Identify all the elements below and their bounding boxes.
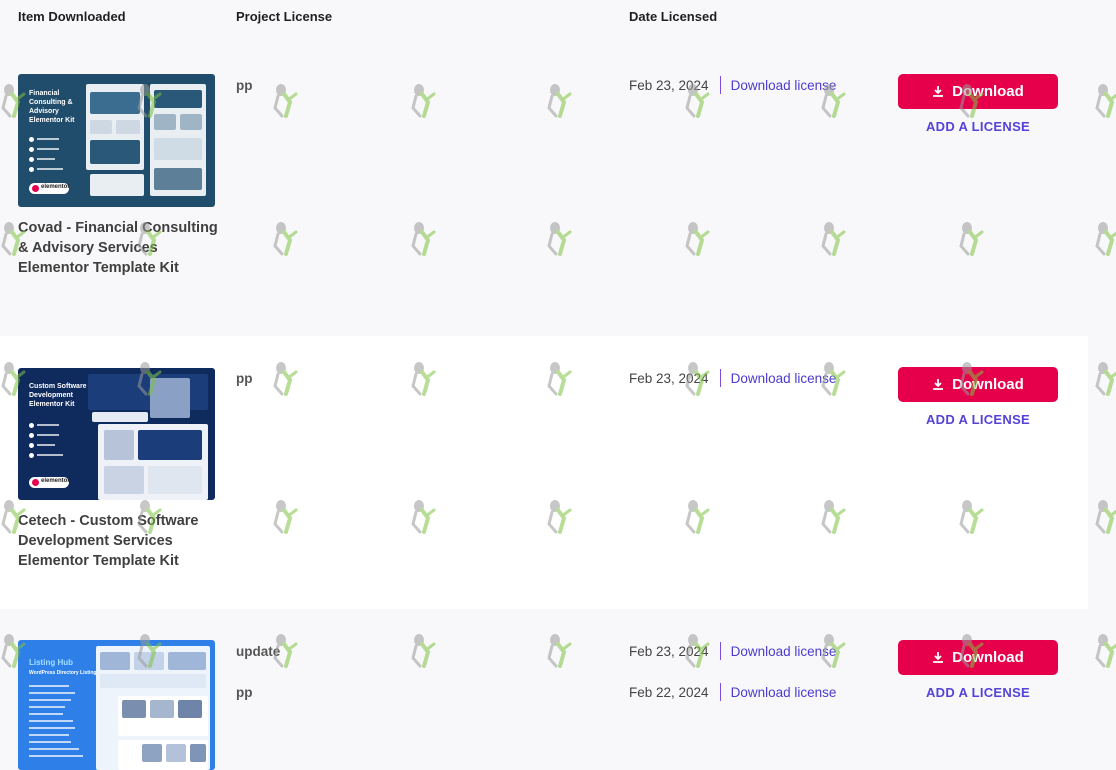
table-header: Item Downloaded Project License Date Lic… xyxy=(0,0,1116,36)
project-license-name: update xyxy=(236,644,281,659)
watermark-figure-icon xyxy=(1094,498,1116,539)
item-thumbnail[interactable]: Listing Hub WordPress Directory Listing xyxy=(18,640,215,770)
download-button[interactable]: Download xyxy=(898,74,1058,109)
download-button[interactable]: Download xyxy=(898,640,1058,675)
table-row: Financial Consulting & Advisory Elemento… xyxy=(0,45,1088,336)
separator xyxy=(719,683,721,701)
watermark-figure-icon xyxy=(1094,360,1116,401)
license-date: Feb 22, 2024 xyxy=(629,684,709,700)
license-date: Feb 23, 2024 xyxy=(629,77,709,93)
download-button-label: Download xyxy=(952,83,1024,100)
license-date-line: Feb 23, 2024 Download license xyxy=(629,76,836,94)
column-header-item: Item Downloaded xyxy=(18,9,126,24)
license-date: Feb 23, 2024 xyxy=(629,643,709,659)
column-header-date-licensed: Date Licensed xyxy=(629,9,718,24)
license-date-line: Feb 23, 2024 Download license xyxy=(629,642,836,660)
thumbnail-heading: Listing Hub xyxy=(29,658,73,667)
download-license-link[interactable]: Download license xyxy=(731,685,837,700)
project-license-name: pp xyxy=(236,78,253,93)
watermark-figure-icon xyxy=(1094,632,1116,673)
watermark-figure-icon xyxy=(1094,82,1116,123)
item-thumbnail[interactable]: Custom Software Development Elementor Ki… xyxy=(18,368,215,500)
download-icon xyxy=(933,379,944,390)
column-header-project-license: Project License xyxy=(236,9,333,24)
elementor-badge: elementor xyxy=(29,477,70,488)
add-license-link[interactable]: ADD A LICENSE xyxy=(898,685,1058,700)
add-license-link[interactable]: ADD A LICENSE xyxy=(898,119,1058,134)
download-license-link[interactable]: Download license xyxy=(731,371,837,386)
project-license-name: pp xyxy=(236,371,253,386)
download-license-link[interactable]: Download license xyxy=(731,644,837,659)
item-thumbnail[interactable]: Financial Consulting & Advisory Elemento… xyxy=(18,74,215,207)
elementor-badge: elementor xyxy=(29,183,70,194)
download-button[interactable]: Download xyxy=(898,367,1058,402)
license-date-line: Feb 23, 2024 Download license xyxy=(629,369,836,387)
separator xyxy=(719,76,721,94)
download-button-label: Download xyxy=(952,649,1024,666)
download-icon xyxy=(933,86,944,97)
download-icon xyxy=(933,652,944,663)
license-date: Feb 23, 2024 xyxy=(629,370,709,386)
download-button-label: Download xyxy=(952,376,1024,393)
thumbnail-heading: Financial Consulting & Advisory Elemento… xyxy=(29,90,75,124)
add-license-link[interactable]: ADD A LICENSE xyxy=(898,412,1058,427)
item-title[interactable]: Covad - Financial Consulting & Advisory … xyxy=(18,218,218,278)
thumbnail-subheading: WordPress Directory Listing xyxy=(29,670,97,676)
table-row: Custom Software Development Elementor Ki… xyxy=(0,336,1088,609)
separator xyxy=(719,642,721,660)
thumbnail-heading: Custom Software Development Elementor Ki… xyxy=(29,383,87,408)
separator xyxy=(719,369,721,387)
item-title[interactable]: Cetech - Custom Software Development Ser… xyxy=(18,511,218,571)
project-license-name: pp xyxy=(236,685,253,700)
watermark-figure-icon xyxy=(1094,220,1116,261)
download-license-link[interactable]: Download license xyxy=(731,78,837,93)
table-row: Listing Hub WordPress Directory Listing … xyxy=(0,609,1088,770)
license-date-line: Feb 22, 2024 Download license xyxy=(629,683,836,701)
